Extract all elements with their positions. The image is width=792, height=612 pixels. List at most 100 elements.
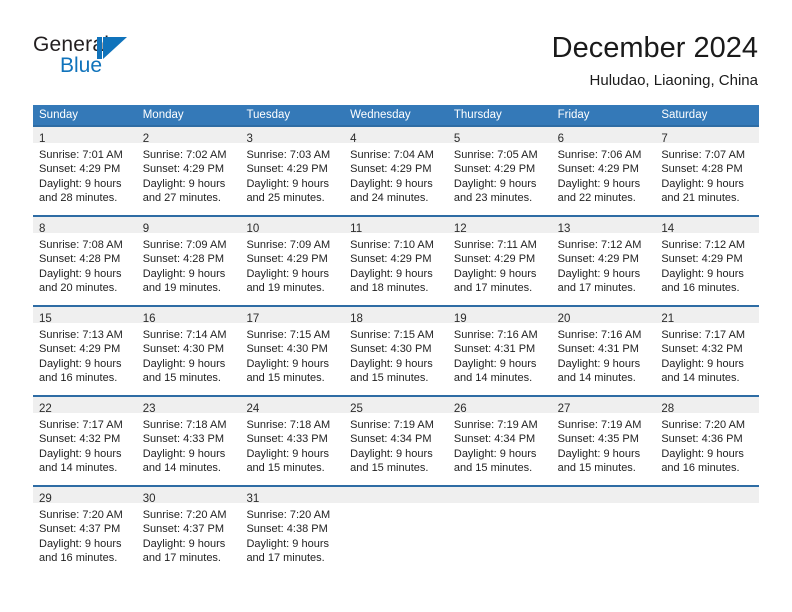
calendar-day-cell[interactable]: 1 Sunrise: 7:01 AM Sunset: 4:29 PM Daylight… — [33, 127, 137, 215]
calendar-day-cell[interactable]: 3 Sunrise: 7:03 AM Sunset: 4:29 PM Daylight… — [240, 127, 345, 215]
weekday-header-row: Sunday Monday Tuesday Wednesday Thursday… — [33, 105, 759, 125]
daylight-text-line1: Daylight: 9 hours — [39, 267, 122, 280]
daylight-text-line2: and 18 minutes. — [350, 282, 429, 295]
day-number: 1 — [39, 133, 46, 145]
sunrise-text: Sunrise: 7:18 AM — [246, 419, 331, 431]
calendar-week-row: 1 Sunrise: 7:01 AM Sunset: 4:29 PM Daylight… — [33, 125, 760, 215]
sunset-text: Sunset: 4:29 PM — [350, 163, 432, 176]
day-number: 2 — [142, 133, 150, 145]
sunset-text: Sunset: 4:32 PM — [39, 433, 121, 446]
day-details: Sunrise: 7:20 AM Sunset: 4:38 PM Daylight:… — [240, 503, 344, 566]
calendar-day-cell[interactable]: 15 Sunrise: 7:13 AM Sunset: 4:29 PM Dayligh… — [33, 307, 137, 395]
calendar-day-cell[interactable]: 29 Sunrise: 7:20 AM Sunset: 4:37 PM Dayligh… — [33, 487, 137, 575]
calendar-day-cell[interactable]: 7 Sunrise: 7:07 AM Sunset: 4:28 PM Daylight… — [655, 127, 760, 215]
day-number: 27 — [557, 403, 571, 415]
calendar-day-cell[interactable]: 31 Sunrise: 7:20 AM Sunset: 4:38 PM Dayligh… — [240, 487, 345, 575]
sunset-text: Sunset: 4:29 PM — [142, 163, 225, 176]
calendar-day-cell[interactable]: 17 Sunrise: 7:15 AM Sunset: 4:30 PM Dayligh… — [240, 307, 345, 395]
calendar-day-cell[interactable]: 5 Sunrise: 7:05 AM Sunset: 4:29 PM Daylight… — [447, 127, 552, 215]
daylight-text-line2: and 16 minutes. — [661, 282, 740, 295]
calendar-day-cell[interactable]: 4 Sunrise: 7:04 AM Sunset: 4:29 PM Daylight… — [344, 127, 448, 215]
day-number-band: 13 — [551, 217, 656, 235]
general-blue-logo[interactable]: General Blue — [33, 33, 173, 85]
calendar-day-cell[interactable]: 13 Sunrise: 7:12 AM Sunset: 4:29 PM Dayligh… — [551, 217, 656, 305]
daylight-text-line2: and 15 minutes. — [246, 462, 325, 475]
day-number: 9 — [142, 223, 150, 235]
daylight-text-line2: and 17 minutes. — [557, 282, 636, 295]
calendar-day-cell[interactable]: 12 Sunrise: 7:11 AM Sunset: 4:29 PM Dayligh… — [447, 217, 552, 305]
sunrise-text: Sunrise: 7:17 AM — [661, 329, 746, 341]
daylight-text-line2: and 27 minutes. — [142, 192, 221, 205]
sunrise-text: Sunrise: 7:11 AM — [453, 239, 537, 251]
sunrise-text: Sunrise: 7:09 AM — [246, 239, 331, 251]
day-number: 14 — [661, 223, 675, 235]
calendar-day-cell[interactable]: 2 Sunrise: 7:02 AM Sunset: 4:29 PM Daylight… — [136, 127, 241, 215]
calendar-day-cell[interactable]: 21 Sunrise: 7:17 AM Sunset: 4:32 PM Dayligh… — [655, 307, 760, 395]
day-number-band: 26 — [447, 397, 552, 415]
sunset-text: Sunset: 4:29 PM — [39, 163, 121, 176]
day-details: Sunrise: 7:13 AM Sunset: 4:29 PM Daylight:… — [33, 323, 137, 386]
calendar-day-cell[interactable]: 23 Sunrise: 7:18 AM Sunset: 4:33 PM Dayligh… — [136, 397, 241, 485]
day-number-band: 7 — [655, 127, 760, 145]
day-number-band: 29 — [33, 487, 137, 505]
daylight-text-line2: and 15 minutes. — [350, 462, 429, 475]
daylight-text-line1: Daylight: 9 hours — [557, 357, 641, 370]
sunset-text: Sunset: 4:34 PM — [350, 433, 432, 446]
calendar-day-cell[interactable]: 27 Sunrise: 7:19 AM Sunset: 4:35 PM Dayligh… — [551, 397, 656, 485]
day-number: 24 — [246, 403, 260, 415]
calendar-day-cell[interactable]: 10 Sunrise: 7:09 AM Sunset: 4:29 PM Dayligh… — [240, 217, 345, 305]
day-details: Sunrise: 7:09 AM Sunset: 4:28 PM Daylight:… — [137, 233, 241, 296]
daylight-text-line1: Daylight: 9 hours — [350, 357, 433, 370]
calendar-day-cell[interactable]: 6 Sunrise: 7:06 AM Sunset: 4:29 PM Daylight… — [551, 127, 656, 215]
daylight-text-line1: Daylight: 9 hours — [661, 177, 744, 190]
daylight-text-line1: Daylight: 9 hours — [142, 357, 226, 370]
daylight-text-line1: Daylight: 9 hours — [39, 447, 122, 460]
calendar-day-cell[interactable]: 14 Sunrise: 7:12 AM Sunset: 4:29 PM Dayligh… — [655, 217, 760, 305]
daylight-text-line2: and 16 minutes. — [661, 462, 740, 475]
sunrise-text: Sunrise: 7:08 AM — [39, 239, 123, 251]
daylight-text-line2: and 14 minutes. — [142, 462, 221, 475]
day-number-band: 11 — [344, 217, 448, 235]
daylight-text-line2: and 24 minutes. — [350, 192, 429, 205]
sunrise-text: Sunrise: 7:04 AM — [350, 149, 434, 161]
day-number-band: 25 — [344, 397, 448, 415]
calendar-day-cell[interactable]: 19 Sunrise: 7:16 AM Sunset: 4:31 PM Dayligh… — [447, 307, 552, 395]
sunrise-text: Sunrise: 7:16 AM — [453, 329, 538, 341]
calendar-day-cell[interactable]: 28 Sunrise: 7:20 AM Sunset: 4:36 PM Dayligh… — [655, 397, 760, 485]
daylight-text-line2: and 16 minutes. — [39, 372, 118, 385]
daylight-text-line2: and 15 minutes. — [142, 372, 221, 385]
day-number-band — [655, 487, 760, 503]
calendar-day-cell[interactable]: 30 Sunrise: 7:20 AM Sunset: 4:37 PM Dayligh… — [136, 487, 241, 575]
day-number-band: 31 — [240, 487, 345, 505]
page-title: December 2024 — [551, 32, 758, 64]
day-number: 5 — [453, 133, 461, 145]
day-number-band: 2 — [136, 127, 241, 145]
day-details: Sunrise: 7:18 AM Sunset: 4:33 PM Daylight:… — [137, 413, 241, 476]
calendar-day-cell[interactable]: 25 Sunrise: 7:19 AM Sunset: 4:34 PM Dayligh… — [344, 397, 448, 485]
day-number: 6 — [557, 133, 564, 145]
day-details: Sunrise: 7:11 AM Sunset: 4:29 PM Daylight:… — [448, 233, 552, 296]
calendar-day-cell[interactable]: 11 Sunrise: 7:10 AM Sunset: 4:29 PM Dayligh… — [344, 217, 448, 305]
calendar-day-cell[interactable]: 26 Sunrise: 7:19 AM Sunset: 4:34 PM Dayligh… — [447, 397, 552, 485]
daylight-text-line1: Daylight: 9 hours — [557, 267, 641, 280]
calendar-grid: Sunday Monday Tuesday Wednesday Thursday… — [33, 105, 760, 575]
calendar-day-cell[interactable]: 9 Sunrise: 7:09 AM Sunset: 4:28 PM Daylight… — [136, 217, 241, 305]
sunrise-text: Sunrise: 7:10 AM — [350, 239, 434, 251]
daylight-text-line2: and 14 minutes. — [453, 372, 533, 385]
day-details: Sunrise: 7:01 AM Sunset: 4:29 PM Daylight:… — [33, 143, 137, 206]
day-number-band: 19 — [447, 307, 552, 325]
day-details: Sunrise: 7:07 AM Sunset: 4:28 PM Daylight:… — [655, 143, 759, 206]
calendar-day-cell[interactable]: 8 Sunrise: 7:08 AM Sunset: 4:28 PM Daylight… — [33, 217, 137, 305]
page-subtitle-location: Huludao, Liaoning, China — [589, 72, 758, 89]
daylight-text-line2: and 17 minutes. — [453, 282, 533, 295]
daylight-text-line1: Daylight: 9 hours — [557, 447, 641, 460]
sunset-text: Sunset: 4:32 PM — [661, 343, 743, 356]
daylight-text-line2: and 17 minutes. — [142, 552, 221, 565]
day-number-band: 23 — [136, 397, 241, 415]
calendar-day-cell[interactable]: 16 Sunrise: 7:14 AM Sunset: 4:30 PM Dayligh… — [136, 307, 241, 395]
calendar-day-cell[interactable]: 24 Sunrise: 7:18 AM Sunset: 4:33 PM Dayligh… — [240, 397, 345, 485]
calendar-day-cell[interactable]: 18 Sunrise: 7:15 AM Sunset: 4:30 PM Dayligh… — [344, 307, 448, 395]
calendar-day-cell[interactable]: 20 Sunrise: 7:16 AM Sunset: 4:31 PM Dayligh… — [551, 307, 656, 395]
sunset-text: Sunset: 4:33 PM — [246, 433, 328, 446]
calendar-day-cell[interactable]: 22 Sunrise: 7:17 AM Sunset: 4:32 PM Dayligh… — [33, 397, 137, 485]
